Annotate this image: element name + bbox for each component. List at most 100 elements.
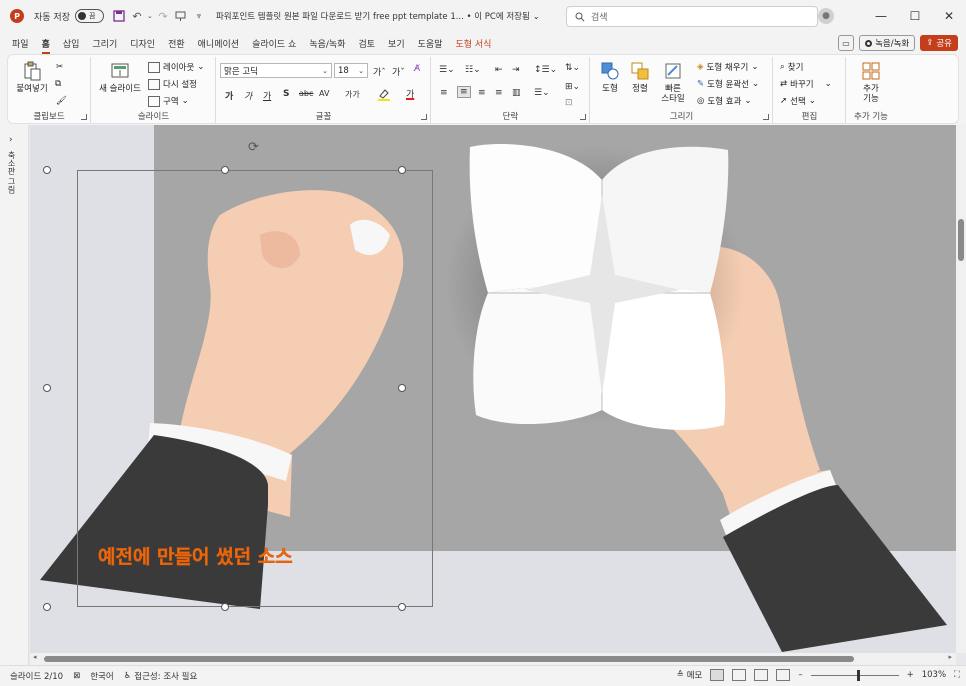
paste-button[interactable]: 붙여넣기	[14, 61, 50, 94]
zoom-in-button[interactable]: +	[907, 670, 914, 680]
addins-button[interactable]: 추가 기능	[855, 61, 887, 104]
align-text-icon[interactable]: ☰⌄	[534, 88, 550, 98]
new-slide-button[interactable]: 새 슬라이드	[96, 61, 144, 94]
dialog-launcher-icon[interactable]	[763, 114, 769, 120]
tab-design[interactable]: 디자인	[130, 37, 155, 50]
zoom-slider-thumb[interactable]	[856, 669, 860, 681]
notes-button[interactable]: ≙ 메모	[677, 669, 703, 681]
chevron-right-icon[interactable]: ›	[9, 135, 13, 145]
slide-canvas[interactable]: 예전에 만들어 썼던 소스 ⟳	[30, 125, 956, 653]
font-color-button[interactable]: 가	[406, 87, 414, 100]
underline-button[interactable]: 가	[263, 89, 271, 102]
decrease-indent-icon[interactable]: ⇤	[495, 65, 503, 75]
record-button[interactable]: 녹음/녹화	[859, 35, 916, 51]
accessibility-status[interactable]: ♿ 접근성: 조사 필요	[124, 670, 198, 682]
tab-record[interactable]: 녹음/녹화	[309, 37, 345, 50]
arrange-button[interactable]: 정렬	[627, 61, 653, 94]
quick-styles-button[interactable]: 빠른 스타일	[657, 61, 689, 104]
dialog-launcher-icon[interactable]	[421, 114, 427, 120]
bullets-icon[interactable]: ☰⌄	[439, 65, 455, 75]
dialog-launcher-icon[interactable]	[81, 114, 87, 120]
avatar[interactable]: ●	[818, 8, 834, 24]
italic-button[interactable]: 가	[244, 89, 252, 102]
layout-button[interactable]: 레이아웃 ⌄	[148, 61, 204, 73]
chevron-down-icon[interactable]: ⌄	[533, 12, 540, 21]
columns-icon[interactable]: ▥	[512, 88, 521, 98]
reset-button[interactable]: 다시 설정	[148, 78, 197, 90]
tab-file[interactable]: 파일	[12, 37, 29, 50]
save-icon[interactable]	[110, 7, 128, 25]
zoom-slider[interactable]	[810, 669, 899, 681]
shrink-font-icon[interactable]: 가ˇ	[392, 65, 405, 78]
tab-slideshow[interactable]: 슬라이드 쇼	[252, 37, 296, 50]
zoom-out-button[interactable]: –	[798, 670, 802, 680]
tab-draw[interactable]: 그리기	[92, 37, 117, 50]
section-button[interactable]: 구역 ⌄	[148, 95, 189, 107]
copy-icon[interactable]: ⧉	[55, 79, 61, 89]
bold-button[interactable]: 가	[225, 89, 233, 102]
tab-review[interactable]: 검토	[358, 37, 375, 50]
spellcheck-icon[interactable]: ⊠	[73, 671, 80, 681]
document-title[interactable]: 파워포인트 템플릿 원본 파일 다운로드 받기 free ppt templat…	[216, 10, 530, 22]
resize-handle-bl[interactable]	[43, 603, 51, 611]
close-button[interactable]: ✕	[932, 0, 966, 32]
language-indicator[interactable]: 한국어	[90, 670, 113, 682]
selection-box[interactable]	[77, 170, 433, 607]
align-right-icon[interactable]: ≡	[478, 88, 486, 98]
undo-icon[interactable]: ↶	[128, 7, 146, 25]
tab-transitions[interactable]: 전환	[168, 37, 185, 50]
resize-handle-tr[interactable]	[398, 166, 406, 174]
present-icon[interactable]	[172, 7, 190, 25]
comment-icon[interactable]: ▭	[838, 35, 855, 51]
line-spacing-icon[interactable]: ↕☰⌄	[534, 65, 557, 75]
smartart-icon[interactable]: ⊞⌄	[565, 82, 580, 92]
convert-icon[interactable]: ⊡	[565, 98, 573, 108]
minimize-button[interactable]: —	[864, 0, 898, 32]
share-button[interactable]: ⇪ 공유	[920, 35, 958, 51]
font-name-select[interactable]: 맑은 고딕 ⌄	[220, 63, 332, 78]
fit-to-window-icon[interactable]: ⛶	[954, 670, 960, 680]
resize-handle-tl[interactable]	[43, 166, 51, 174]
tab-shape-format[interactable]: 도형 서식	[455, 37, 491, 50]
shape-fill-button[interactable]: ◈ 도형 채우기 ⌄	[697, 61, 758, 73]
customize-icon[interactable]: ⩔	[190, 7, 208, 25]
tab-animations[interactable]: 애니메이션	[198, 37, 239, 50]
strikethrough-button[interactable]: abc	[299, 89, 313, 98]
tab-insert[interactable]: 삽입	[63, 37, 80, 50]
resize-handle-l[interactable]	[43, 384, 51, 392]
autosave-toggle[interactable]: 끔	[74, 9, 104, 23]
maximize-button[interactable]: ☐	[898, 0, 932, 32]
tab-home[interactable]: 홈	[41, 37, 51, 54]
resize-handle-t[interactable]	[221, 166, 229, 174]
justify-icon[interactable]: ≡	[495, 88, 503, 98]
redo-icon[interactable]: ↷	[154, 7, 172, 25]
highlight-icon[interactable]	[377, 88, 391, 104]
increase-indent-icon[interactable]: ⇥	[512, 65, 520, 75]
spacing-button[interactable]: AV	[319, 89, 329, 98]
dialog-launcher-icon[interactable]	[580, 114, 586, 120]
resize-handle-r[interactable]	[398, 384, 406, 392]
text-direction-icon[interactable]: ⇅⌄	[565, 63, 580, 73]
format-painter-icon[interactable]: 🖌	[56, 96, 67, 106]
zoom-level[interactable]: 103%	[922, 670, 946, 680]
horizontal-scrollbar[interactable]: ◂ ▸	[30, 653, 956, 665]
scroll-left-icon[interactable]: ◂	[33, 653, 37, 661]
grow-font-icon[interactable]: 가ˆ	[373, 65, 386, 78]
shadow-button[interactable]: S	[283, 89, 289, 99]
cut-icon[interactable]: ✂	[56, 62, 63, 72]
dropdown-icon[interactable]: ⌄	[146, 7, 154, 25]
shapes-button[interactable]: 도형	[597, 61, 623, 94]
tab-help[interactable]: 도움말	[418, 37, 443, 50]
case-button[interactable]: 가가	[345, 89, 360, 100]
font-size-select[interactable]: 18 ⌄	[334, 63, 368, 78]
slide-sorter-icon[interactable]	[732, 669, 747, 681]
search-input[interactable]: 검색	[566, 6, 818, 27]
slideshow-view-icon[interactable]	[776, 669, 791, 681]
vertical-scroll-thumb[interactable]	[958, 219, 964, 261]
align-left-icon[interactable]: ≡	[440, 88, 448, 98]
thumbnail-rail[interactable]: › 축소판 그림	[0, 125, 29, 665]
horizontal-scroll-thumb[interactable]	[44, 656, 854, 662]
shape-outline-button[interactable]: ✎ 도형 윤곽선 ⌄	[697, 78, 759, 90]
shape-effects-button[interactable]: ◎ 도형 효과 ⌄	[697, 95, 752, 107]
select-button[interactable]: ➚ 선택 ⌄	[780, 95, 816, 107]
